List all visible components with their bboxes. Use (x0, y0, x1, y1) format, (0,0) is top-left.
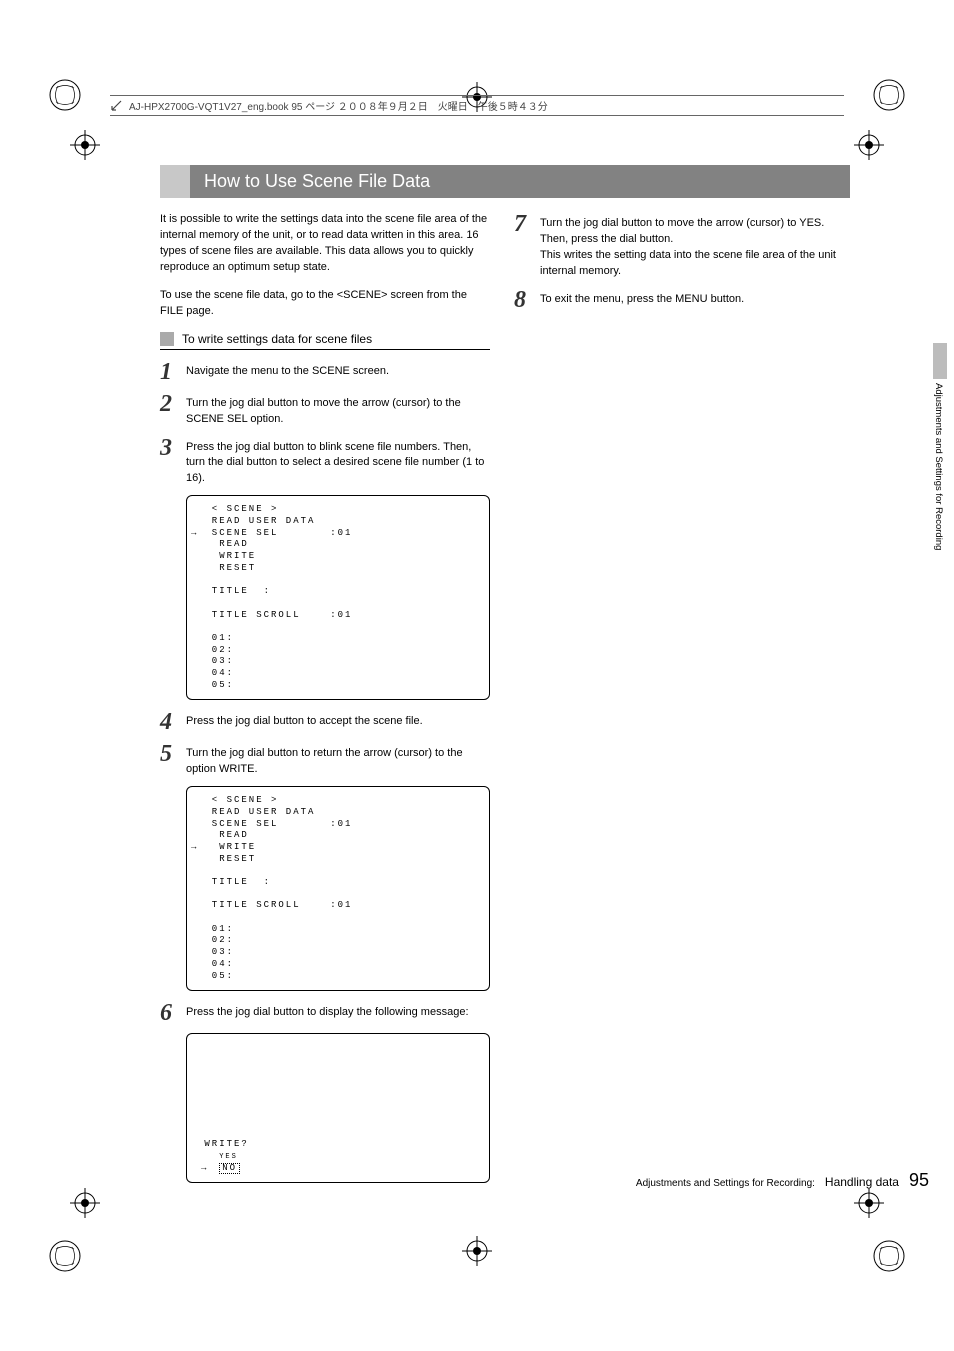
step-5: 5 Turn the jog dial button to return the… (160, 742, 490, 778)
reg-mark-br (872, 1239, 906, 1273)
step-body: Navigate the menu to the SCENE screen. (186, 360, 490, 380)
step-body: To exit the menu, press the MENU button. (540, 288, 844, 308)
step-3: 3 Press the jog dial button to blink sce… (160, 436, 490, 488)
step-8: 8 To exit the menu, press the MENU butto… (514, 288, 844, 312)
intro-p1: It is possible to write the settings dat… (160, 212, 490, 276)
step-num: 2 (160, 392, 186, 416)
step-1: 1 Navigate the menu to the SCENE screen. (160, 360, 490, 384)
step-num: 6 (160, 1001, 186, 1025)
step-num: 7 (514, 212, 540, 236)
page-header: AJ-HPX2700G-VQT1V27_eng.book 95 ページ ２００８… (110, 95, 844, 116)
step-num: 5 (160, 742, 186, 766)
step-body: Turn the jog dial button to move the arr… (186, 392, 490, 428)
side-tab-text: Adjustments and Settings for Recording (933, 383, 944, 550)
step-body: Turn the jog dial button to move the arr… (540, 212, 844, 280)
footer-path: Adjustments and Settings for Recording: (636, 1178, 815, 1189)
align-mark (462, 1236, 492, 1269)
section-title: How to Use Scene File Data (160, 165, 850, 198)
menu-screen-3: WRITE? YES NO (186, 1033, 490, 1183)
page-number: 95 (909, 1170, 929, 1191)
subhead-text: To write settings data for scene files (182, 332, 372, 346)
menu-screen-2: < SCENE > READ USER DATA SCENE SEL :01 R… (186, 786, 490, 991)
step-num: 4 (160, 710, 186, 734)
reg-mark-bl (48, 1239, 82, 1273)
align-mark (70, 130, 100, 163)
side-tab-marker (933, 343, 947, 379)
align-mark (854, 130, 884, 163)
step-4: 4 Press the jog dial button to accept th… (160, 710, 490, 734)
intro-p2: To use the scene file data, go to the <S… (160, 288, 490, 320)
step-num: 8 (514, 288, 540, 312)
step-body: Press the jog dial button to blink scene… (186, 436, 490, 488)
step-7: 7 Turn the jog dial button to move the a… (514, 212, 844, 280)
step-body: Press the jog dial button to accept the … (186, 710, 490, 730)
reg-mark-tl (48, 78, 82, 112)
step-num: 1 (160, 360, 186, 384)
menu-screen-1: < SCENE > READ USER DATA SCENE SEL :01 R… (186, 495, 490, 700)
step-2: 2 Turn the jog dial button to move the a… (160, 392, 490, 428)
align-mark (70, 1188, 100, 1221)
footer-subject: Handling data (825, 1175, 899, 1189)
page-footer: Adjustments and Settings for Recording: … (636, 1170, 929, 1191)
step-num: 3 (160, 436, 186, 460)
step-6: 6 Press the jog dial button to display t… (160, 1001, 490, 1025)
header-bookfile: AJ-HPX2700G-VQT1V27_eng.book 95 ページ ２００８… (129, 98, 548, 113)
subhead-icon (160, 332, 174, 346)
subhead: To write settings data for scene files (160, 332, 490, 350)
reg-mark-tr (872, 78, 906, 112)
side-tab: Adjustments and Settings for Recording (933, 343, 947, 513)
step-body: Turn the jog dial button to return the a… (186, 742, 490, 778)
step-body: Press the jog dial button to display the… (186, 1001, 490, 1021)
